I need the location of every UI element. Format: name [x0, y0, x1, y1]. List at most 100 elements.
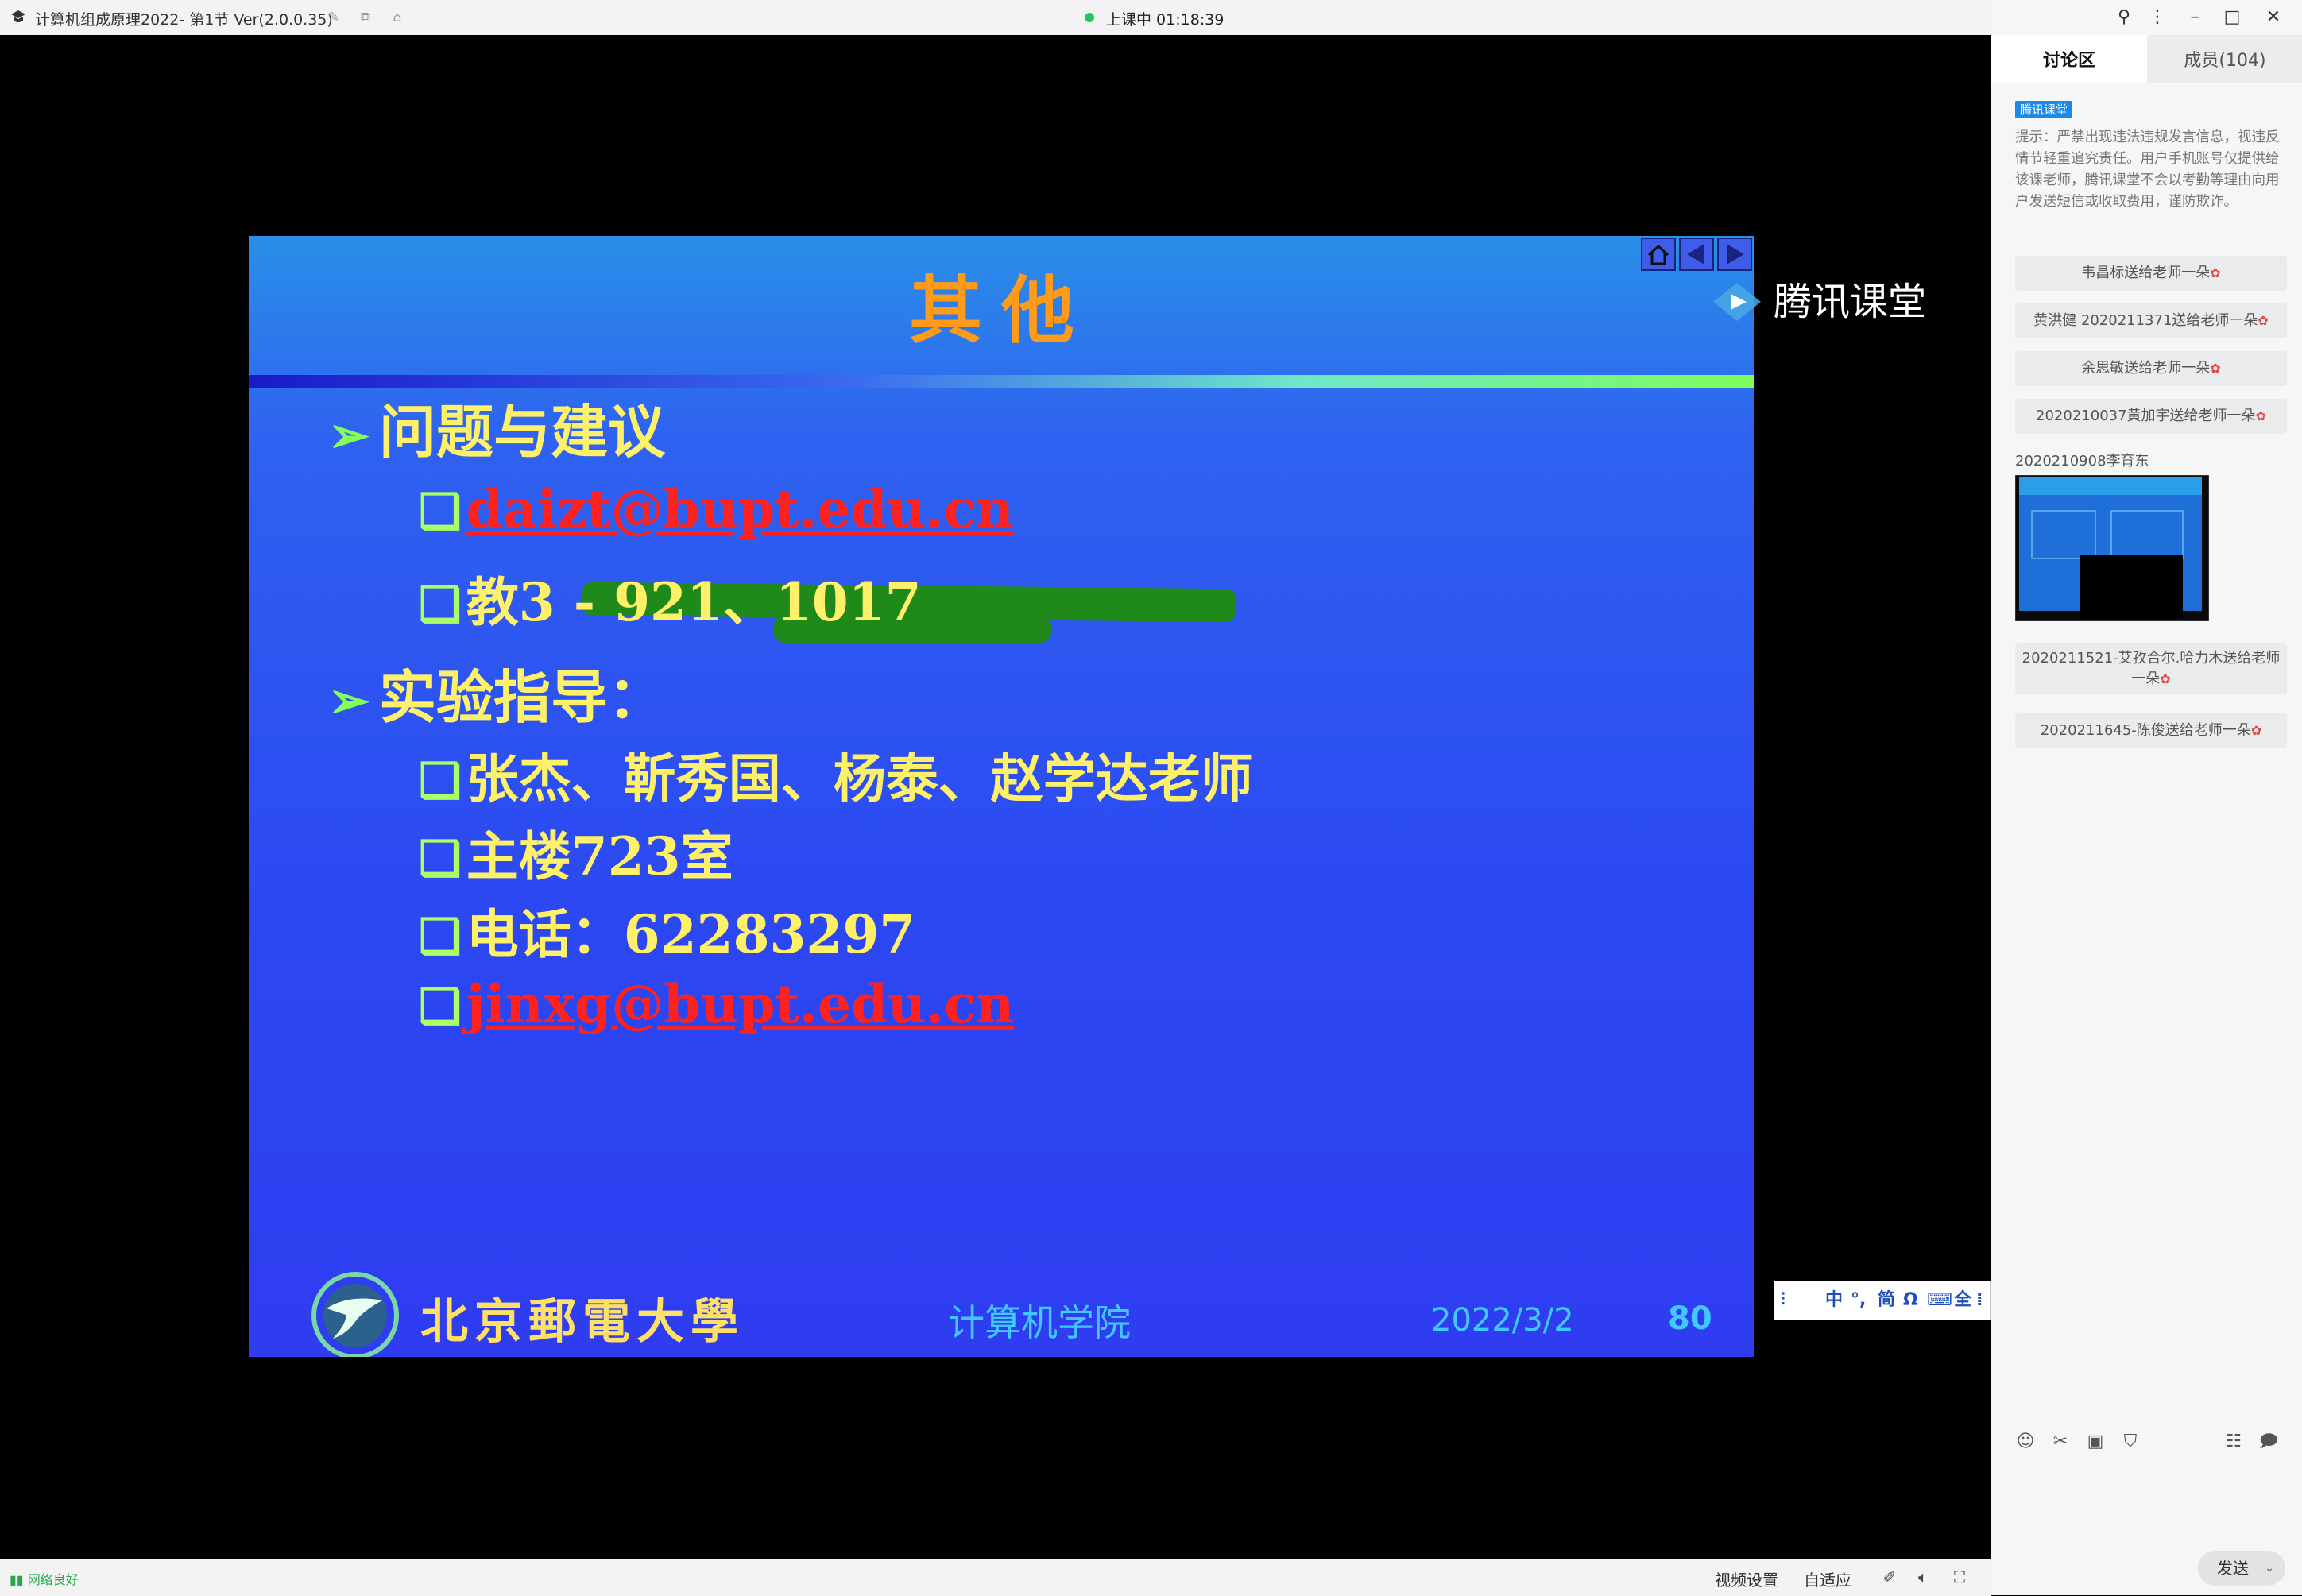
flower-icon: ✿ [2250, 723, 2262, 738]
more-icon[interactable]: ⋮ [2145, 6, 2169, 29]
university-logo-icon [311, 1272, 399, 1357]
signal-icon: ▮▮ [10, 1572, 24, 1587]
fullscreen-icon[interactable]: ⛶ [1950, 1567, 1969, 1586]
chat-message-text: 黄洪健 2020211371送给老师一朵 [2033, 312, 2258, 329]
close-icon[interactable]: ✕ [2261, 6, 2285, 29]
chat-message: 2020211521-艾孜合尔.哈力木送给老师一朵✿ [2015, 643, 2287, 694]
chat-message: 2020211645-陈俊送给老师一朵✿ [2015, 713, 2287, 748]
network-status-text: 网络良好 [27, 1572, 79, 1587]
email-link[interactable]: daizt@bupt.edu.cn [466, 478, 1014, 540]
video-settings-button[interactable]: 视频设置 [1715, 1567, 1778, 1590]
scissors-icon[interactable]: ✂ [2049, 1430, 2072, 1454]
footer-date: 2022/3/2 [1431, 1302, 1574, 1339]
ime-punctuation-toggle[interactable]: °, [1851, 1288, 1866, 1313]
discussion-sidebar: ⚲ ⋮ – □ ✕ 讨论区 成员(104) 腾讯课堂 提示：严禁出现违法违规发言… [1991, 0, 2302, 1595]
arrow-bullet-icon: ➢ [328, 671, 369, 729]
image-icon[interactable]: ▣ [2083, 1430, 2107, 1454]
sidebar-tabs: 讨论区 成员(104) [1991, 35, 2302, 83]
window-controls: ⚲ ⋮ – □ ✕ [1991, 0, 2302, 35]
chat-message-text: 韦昌标送给老师一朵 [2081, 265, 2211, 281]
tab-discussion[interactable]: 讨论区 [1991, 35, 2147, 83]
email-link[interactable]: jinxg@bupt.edu.cn [466, 973, 1014, 1035]
slide-bullet: ➢ 实验指导： [328, 651, 665, 734]
title-bar: 计算机组成原理2022- 第1节 Ver(2.0.0.35) ✎ ⧉ ⌂ 上课中… [0, 0, 1991, 36]
slide-page-number: 80 [1668, 1300, 1712, 1337]
slide-bullet-text: 问题与建议 [378, 398, 665, 466]
slide-bullet-text: 主楼723室 [466, 825, 733, 887]
image-message-sender: 2020210908李育东 [2015, 453, 2149, 470]
pin-icon[interactable]: ⚲ [2112, 6, 2136, 29]
slide-sub-bullet: ❑主楼723室 [419, 814, 733, 891]
ime-simplified-toggle[interactable]: 简 [1878, 1288, 1895, 1313]
voice-wave-icon[interactable]: ⫶ [1781, 1288, 1786, 1313]
ime-chinese-toggle[interactable]: 中 [1825, 1288, 1843, 1313]
bottom-status-bar: ▮▮ 网络良好 视频设置 自适应 ✐ 🔈︎ ⛶ [0, 1559, 1991, 1596]
image-message-thumbnail[interactable] [2015, 475, 2209, 621]
chat-message-text: 2020210037黄加宇送给老师一朵 [2036, 408, 2256, 424]
app-logo-icon [11, 10, 25, 22]
slide-bullet-text: 教3 - 921、1017 [466, 571, 922, 633]
slide-bullet-text: 张杰、靳秀国、杨泰、赵学达老师 [466, 748, 1253, 810]
network-status: ▮▮ 网络良好 [10, 1569, 79, 1588]
tab-members[interactable]: 成员(104) [2147, 35, 2302, 83]
checkbox-bullet-icon: ❑ [419, 753, 462, 809]
slide-title: 其他 [908, 268, 1093, 354]
fit-mode-button[interactable]: 自适应 [1804, 1567, 1851, 1590]
slide-bullet: ➢ 问题与建议 [328, 385, 665, 469]
flower-icon: ✿ [2210, 265, 2221, 280]
ime-symbol-button[interactable]: Ω [1903, 1288, 1918, 1313]
notice-text: 提示：严禁出现违法违规发言信息，视违反情节轻重追究责任。用户手机账号仅提供给该课… [2015, 129, 2280, 210]
arrow-bullet-icon: ➢ [328, 406, 369, 464]
presentation-slide: 其他 ➢ 问题与建议 ❑daizt@bupt.edu.cn ❑教3 - 921、1… [249, 236, 1754, 1357]
chevron-down-icon[interactable]: ⌄ [2265, 1551, 2274, 1586]
chat-message-text: 2020211521-艾孜合尔.哈力木送给老师一朵 [2022, 650, 2281, 687]
window-title: 计算机组成原理2022- 第1节 Ver(2.0.0.35) [35, 11, 333, 29]
pen-off-icon[interactable]: ✐ [1880, 1567, 1899, 1586]
slide-sub-bullet: ❑电话：62283297 [419, 892, 915, 968]
chat-message-text: 余思敏送给老师一朵 [2081, 360, 2211, 377]
tencent-classroom-logo-icon [1713, 283, 1761, 321]
emoji-icon[interactable]: ☺ [2014, 1430, 2037, 1454]
note-icon[interactable]: ☷ [2222, 1430, 2246, 1454]
video-area[interactable]: 其他 ➢ 问题与建议 ❑daizt@bupt.edu.cn ❑教3 - 921、1… [0, 35, 1991, 1559]
flower-icon: ✿ [2255, 408, 2266, 423]
flower-icon: ✿ [2258, 313, 2269, 328]
chat-message-text: 2020211645-陈俊送给老师一朵 [2040, 722, 2251, 739]
checkbox-bullet-icon: ❑ [419, 909, 462, 964]
ime-keyboard-button[interactable]: ⌨ [1927, 1288, 1952, 1313]
chat-message: 余思敏送给老师一朵✿ [2015, 351, 2287, 386]
share-icon[interactable]: ⧉ [358, 10, 373, 25]
volume-icon[interactable]: 🔈︎ [1913, 1567, 1933, 1586]
slide-bullet-text: 电话：62283297 [466, 903, 916, 965]
chat-input-toolbar: ☺ ✂ ▣ ⛉ ☷ 🗩︎ [1991, 1430, 2302, 1462]
notice-badge: 腾讯课堂 [2015, 101, 2073, 118]
checkbox-bullet-icon: ❑ [419, 577, 462, 632]
checkbox-bullet-icon: ❑ [419, 979, 462, 1034]
comment-icon[interactable]: 🗩︎ [2257, 1430, 2281, 1454]
shield-icon[interactable]: ⛉ [2118, 1430, 2142, 1454]
ime-menu-icon[interactable]: ⁞ [1976, 1288, 1983, 1313]
minimize-icon[interactable]: – [2183, 6, 2207, 29]
checkbox-bullet-icon: ❑ [419, 484, 462, 539]
footer-department: 计算机学院 [948, 1301, 1131, 1344]
flower-icon: ✿ [2160, 671, 2171, 686]
maximize-icon[interactable]: □ [2220, 6, 2244, 29]
slide-sub-bullet: ❑张杰、靳秀国、杨泰、赵学达老师 [419, 736, 1253, 813]
chat-message: 韦昌标送给老师一朵✿ [2015, 256, 2287, 291]
slide-bullet-text: 实验指导： [378, 663, 665, 731]
watermark-text: 腾讯课堂 [1774, 280, 1927, 324]
live-status-dot [1085, 13, 1094, 22]
edit-icon[interactable]: ✎ [326, 10, 342, 25]
home-icon[interactable]: ⌂ [389, 10, 405, 25]
slide-sub-bullet: ❑daizt@bupt.edu.cn [419, 478, 1014, 540]
class-status: 上课中 01:18:39 [1106, 11, 1225, 29]
ime-toolbar[interactable]: ⫶ 中 °, 简 Ω ⌨ 全 ⁞ [1774, 1281, 1991, 1320]
send-button-label: 发送 [2217, 1559, 2249, 1578]
flower-icon: ✿ [2210, 361, 2221, 376]
slide-sub-bullet: ❑jinxg@bupt.edu.cn [419, 973, 1014, 1035]
send-button[interactable]: 发送 ⌄ [2198, 1551, 2285, 1586]
ime-fullwidth-toggle[interactable]: 全 [1954, 1288, 1971, 1313]
watermark: 腾讯课堂 [1707, 278, 1929, 326]
slide-screenshot-image [2016, 476, 2208, 620]
checkbox-bullet-icon: ❑ [419, 831, 462, 887]
